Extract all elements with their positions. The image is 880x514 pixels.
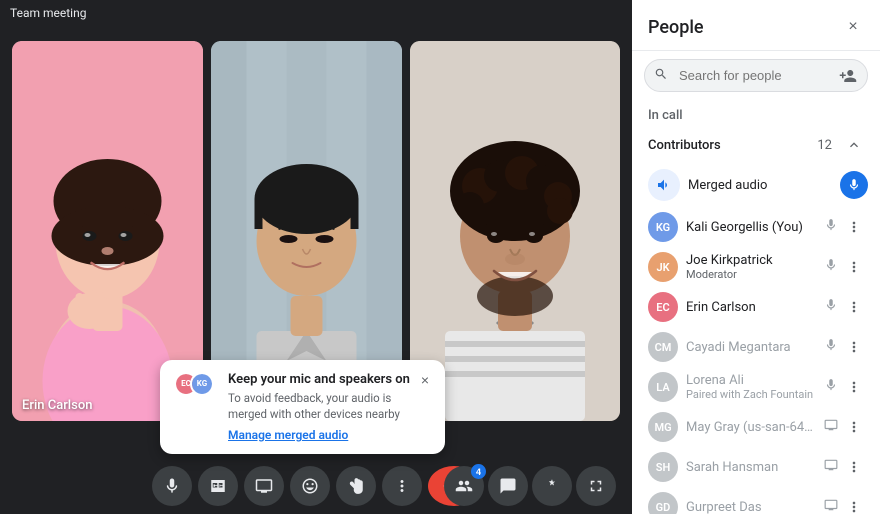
participant-mic-icon [824, 418, 838, 436]
toast-avatar-2: KG [190, 372, 214, 396]
participant-actions [824, 453, 868, 481]
participant-avatar: MG [648, 412, 678, 442]
participant-avatar: KG [648, 212, 678, 242]
participant-actions [824, 253, 868, 281]
participant-info: Lorena Ali Paired with Zach Fountain [686, 373, 816, 401]
participant-actions [824, 493, 868, 514]
participant-avatar: SH [648, 452, 678, 482]
participant-info: Cayadi Megantara [686, 340, 816, 355]
participant-name: Erin Carlson [686, 300, 816, 315]
participant-info: Kali Georgellis (You) [686, 220, 816, 235]
contributors-collapse-button[interactable] [840, 131, 868, 159]
participant-more-button[interactable] [840, 213, 868, 241]
participant-more-button[interactable] [840, 293, 868, 321]
participant-row[interactable]: EC Erin Carlson [632, 287, 880, 327]
participant-row[interactable]: MG May Gray (us-san-6420) [632, 407, 880, 447]
panel-header: People × [632, 0, 880, 51]
participant-actions [824, 373, 868, 401]
participant-row[interactable]: SH Sarah Hansman [632, 447, 880, 487]
merged-audio-row: Merged audio [632, 163, 880, 207]
people-button[interactable]: 4 [444, 466, 484, 506]
present-button[interactable] [244, 466, 284, 506]
panel-title: People [648, 17, 704, 38]
participant-info: Erin Carlson [686, 300, 816, 315]
in-call-label: In call [632, 100, 880, 127]
participant-actions [824, 293, 868, 321]
participant-more-button[interactable] [840, 493, 868, 514]
participant-avatar: EC [648, 292, 678, 322]
meeting-title: Team meeting [10, 6, 86, 20]
participant-avatar: GD [648, 492, 678, 514]
contributors-label: Contributors [648, 138, 817, 153]
reactions-button[interactable] [290, 466, 330, 506]
participant-actions [824, 213, 868, 241]
participant-mic-icon [824, 458, 838, 476]
participant-row[interactable]: CM Cayadi Megantara [632, 327, 880, 367]
merged-audio-active-indicator [840, 171, 868, 199]
people-badge: 4 [471, 464, 486, 479]
participant-sub: Moderator [686, 268, 816, 281]
toast-title: Keep your mic and speakers on [228, 372, 431, 387]
raise-hand-button[interactable] [336, 466, 376, 506]
participant-mic-icon [824, 298, 838, 316]
toast-notification: EC KG Keep your mic and speakers on To a… [160, 360, 445, 454]
participant-mic-icon [824, 258, 838, 276]
participant-name: May Gray (us-san-6420) [686, 420, 816, 435]
participant-name: Lorena Ali [686, 373, 816, 388]
participant-info: Sarah Hansman [686, 460, 816, 475]
participant-sub: Paired with Zach Fountain [686, 388, 816, 401]
toolbar: 4 [0, 458, 632, 514]
participant-name: Cayadi Megantara [686, 340, 816, 355]
participant-more-button[interactable] [840, 333, 868, 361]
participant-name: Kali Georgellis (You) [686, 220, 816, 235]
participant-info: Joe Kirkpatrick Moderator [686, 253, 816, 281]
participant-more-button[interactable] [840, 373, 868, 401]
toast-action-link[interactable]: Manage merged audio [228, 428, 431, 442]
participant-more-button[interactable] [840, 413, 868, 441]
participant-info: Gurpreet Das [686, 500, 816, 514]
participant-mic-icon [824, 498, 838, 514]
add-person-button[interactable] [834, 62, 862, 90]
contributors-count: 12 [817, 138, 832, 153]
people-panel: People × In call Contributors 12 [632, 0, 880, 514]
chat-button[interactable] [488, 466, 528, 506]
participant-mic-icon [824, 338, 838, 356]
participant-row[interactable]: GD Gurpreet Das [632, 487, 880, 514]
search-bar-container [644, 59, 868, 92]
participant-more-button[interactable] [840, 253, 868, 281]
participant-row[interactable]: LA Lorena Ali Paired with Zach Fountain [632, 367, 880, 407]
participant-avatar: JK [648, 252, 678, 282]
participant-mic-icon [824, 218, 838, 236]
participant-avatar: CM [648, 332, 678, 362]
captions-button[interactable] [198, 466, 238, 506]
mic-button[interactable] [152, 466, 192, 506]
participant-name: Sarah Hansman [686, 460, 816, 475]
participant-name: Joe Kirkpatrick [686, 253, 816, 268]
participant-actions [824, 333, 868, 361]
participant-avatar: LA [648, 372, 678, 402]
toast-avatars: EC KG [174, 372, 218, 396]
tile-1-label: Erin Carlson [22, 398, 92, 413]
merged-audio-label: Merged audio [688, 178, 832, 193]
toast-content: Keep your mic and speakers on To avoid f… [228, 372, 431, 442]
toast-close-button[interactable]: × [415, 370, 435, 390]
participant-mic-icon [824, 378, 838, 396]
toast-desc: To avoid feedback, your audio is merged … [228, 390, 431, 422]
participant-name: Gurpreet Das [686, 500, 816, 514]
participant-info: May Gray (us-san-6420) [686, 420, 816, 435]
more-button[interactable] [382, 466, 422, 506]
expand-button[interactable] [576, 466, 616, 506]
participant-more-button[interactable] [840, 453, 868, 481]
contributors-header: Contributors 12 [632, 127, 880, 163]
participant-row[interactable]: KG Kali Georgellis (You) [632, 207, 880, 247]
activities-button[interactable] [532, 466, 572, 506]
search-icon [654, 67, 668, 85]
merged-audio-icon [648, 169, 680, 201]
panel-close-button[interactable]: × [838, 12, 868, 42]
participant-actions [824, 413, 868, 441]
participant-row[interactable]: JK Joe Kirkpatrick Moderator [632, 247, 880, 287]
participants-list: KG Kali Georgellis (You) JK Joe Kirkpatr… [632, 207, 880, 514]
